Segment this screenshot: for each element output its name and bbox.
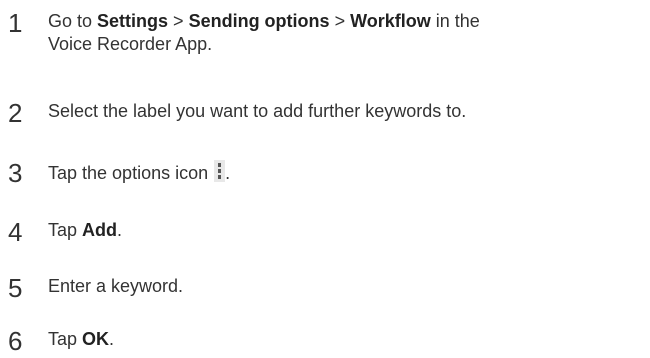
step-text-segment: .	[225, 163, 231, 183]
step-text-segment: Go to	[48, 11, 98, 31]
step-number: 5	[8, 273, 23, 303]
step-text-segment: .	[109, 329, 115, 349]
step-number: 1	[8, 8, 23, 38]
step-text: Tap the options icon.	[48, 160, 646, 185]
step-text: Tap Add.	[48, 219, 646, 242]
step-number: 4	[8, 217, 23, 247]
step-text-segment: in the	[430, 11, 480, 31]
step-text-segment: Enter a keyword.	[48, 276, 184, 296]
workflow-label: Workflow	[350, 11, 431, 31]
add-label: Add	[82, 220, 118, 240]
step-text-segment: Select the label you want to add further…	[48, 101, 467, 121]
step-text-segment: Tap	[48, 220, 83, 240]
settings-label: Settings	[97, 11, 169, 31]
instruction-steps: 1 Go to Settings > Sending options > Wor…	[0, 0, 650, 358]
step-text: Select the label you want to add further…	[48, 100, 646, 123]
step-text-segment: Voice Recorder App.	[48, 34, 213, 54]
step-text-segment: Tap the options icon	[48, 163, 209, 183]
step-text-segment: Tap	[48, 329, 83, 349]
step-number: 6	[8, 326, 23, 356]
ok-label: OK	[82, 329, 110, 349]
step-text-segment: >	[329, 11, 351, 31]
step-text-segment: .	[117, 220, 123, 240]
step-number: 3	[8, 158, 23, 188]
vertical-dots-menu-icon	[214, 160, 226, 182]
step-text-segment: >	[168, 11, 189, 31]
step-text: Tap OK.	[48, 328, 646, 351]
sending-options-label: Sending options	[188, 11, 330, 31]
step-number: 2	[8, 98, 23, 128]
step-text: Enter a keyword.	[48, 275, 646, 298]
step-text: Go to Settings > Sending options > Workf…	[48, 10, 646, 56]
